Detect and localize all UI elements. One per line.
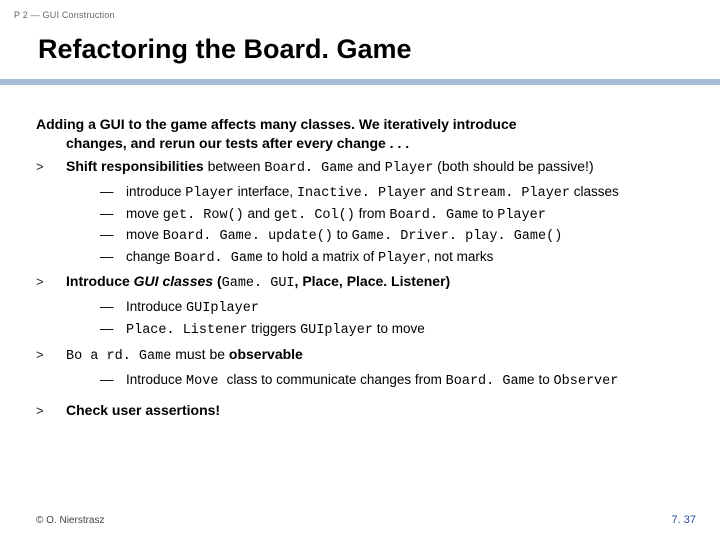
bullet-marker: >	[36, 272, 66, 293]
code: Board. Game	[174, 251, 263, 266]
dash-icon: —	[100, 319, 126, 341]
code: Game. Driver. play. Game()	[352, 229, 563, 244]
t: classes	[570, 184, 619, 199]
code: get. Row()	[163, 208, 244, 223]
code: Board. Game	[264, 161, 353, 176]
list-item: —move get. Row() and get. Col() from Boa…	[100, 204, 684, 226]
txt: move Board. Game. update() to Game. Driv…	[126, 225, 684, 247]
t: , Place, Place. Listener)	[295, 273, 451, 289]
code: Place. Listener	[126, 323, 248, 338]
code: Player	[385, 161, 434, 176]
t: Introduce	[66, 273, 134, 289]
bullet-body: Bo a rd. Game must be observable	[66, 345, 684, 366]
dash-icon: —	[100, 247, 126, 269]
breadcrumb: P 2 — GUI Construction	[0, 0, 720, 20]
txt: (both should be passive!)	[433, 158, 593, 174]
t: Introduce	[126, 299, 186, 314]
code: Player	[185, 186, 234, 201]
intro-line1: Adding a GUI to the game affects many cl…	[36, 116, 517, 132]
content: Adding a GUI to the game affects many cl…	[0, 85, 720, 420]
code: Game. GUI	[222, 276, 295, 291]
code: Stream. Player	[457, 186, 570, 201]
t: move	[126, 227, 163, 242]
t: to	[478, 206, 497, 221]
t: interface,	[234, 184, 297, 199]
t: triggers	[248, 321, 301, 336]
list-item: —introduce Player interface, Inactive. P…	[100, 182, 684, 204]
bullet-marker: >	[36, 401, 66, 420]
t: to move	[373, 321, 425, 336]
footer-page-number: 7. 37	[672, 514, 696, 526]
t: to	[535, 372, 554, 387]
intro-text: Adding a GUI to the game affects many cl…	[36, 115, 684, 153]
txt: change Board. Game to hold a matrix of P…	[126, 247, 684, 269]
list-item: —Introduce Move class to communicate cha…	[100, 370, 684, 392]
code: Board. Game	[446, 374, 535, 389]
bullet-body: Check user assertions!	[66, 401, 684, 420]
bullet-marker: >	[36, 157, 66, 178]
t: introduce	[126, 184, 185, 199]
t: Introduce	[126, 372, 186, 387]
txt: Introduce GUIplayer	[126, 297, 684, 319]
code: Inactive. Player	[297, 186, 427, 201]
txt: Place. Listener triggers GUIplayer to mo…	[126, 319, 684, 341]
dash-icon: —	[100, 225, 126, 247]
t: (	[213, 273, 222, 289]
t: observable	[229, 346, 303, 362]
t: must be	[171, 346, 229, 362]
footer-copyright: © O. Nierstrasz	[36, 515, 105, 526]
txt: between	[204, 158, 265, 174]
intro-line2: changes, and rerun our tests after every…	[36, 134, 684, 153]
code: GUIplayer	[300, 323, 373, 338]
code: Board. Game. update()	[163, 229, 333, 244]
txt: Introduce Move class to communicate chan…	[126, 370, 684, 392]
bullet-introduce-gui: > Introduce GUI classes (Game. GUI, Plac…	[36, 272, 684, 293]
bullet-body: Introduce GUI classes (Game. GUI, Place,…	[66, 272, 684, 293]
code: Player	[497, 208, 546, 223]
t: class to communicate changes from	[227, 372, 446, 387]
sub-list-2: —Introduce GUIplayer —Place. Listener tr…	[36, 297, 684, 340]
dash-icon: —	[100, 370, 126, 392]
list-item: —move Board. Game. update() to Game. Dri…	[100, 225, 684, 247]
sub-list-3: —Introduce Move class to communicate cha…	[36, 370, 684, 392]
code: Player	[378, 251, 427, 266]
t: to	[333, 227, 352, 242]
code: Bo a rd. Game	[66, 349, 171, 364]
t: , not marks	[427, 249, 494, 264]
bullet-check-assertions: > Check user assertions!	[36, 401, 684, 420]
list-item: —Introduce GUIplayer	[100, 297, 684, 319]
bullet-body: Shift responsibilities between Board. Ga…	[66, 157, 684, 178]
t: move	[126, 206, 163, 221]
t: change	[126, 249, 174, 264]
bullet-marker: >	[36, 345, 66, 366]
bullet-observable: > Bo a rd. Game must be observable	[36, 345, 684, 366]
list-item: —change Board. Game to hold a matrix of …	[100, 247, 684, 269]
txt: move get. Row() and get. Col() from Boar…	[126, 204, 684, 226]
dash-icon: —	[100, 182, 126, 204]
txt: introduce Player interface, Inactive. Pl…	[126, 182, 684, 204]
txt: Shift responsibilities	[66, 158, 204, 174]
t: GUI classes	[134, 273, 213, 289]
bullet-shift-responsibilities: > Shift responsibilities between Board. …	[36, 157, 684, 178]
code: Board. Game	[389, 208, 478, 223]
t: and	[427, 184, 457, 199]
list-item: —Place. Listener triggers GUIplayer to m…	[100, 319, 684, 341]
page-title: Refactoring the Board. Game	[0, 20, 720, 75]
code: GUIplayer	[186, 301, 259, 316]
dash-icon: —	[100, 204, 126, 226]
dash-icon: —	[100, 297, 126, 319]
t: to hold a matrix of	[263, 249, 378, 264]
txt: and	[354, 158, 385, 174]
t: from	[355, 206, 390, 221]
code: get. Col()	[274, 208, 355, 223]
sub-list-1: —introduce Player interface, Inactive. P…	[36, 182, 684, 268]
code: Move	[186, 374, 227, 389]
code: Observer	[554, 374, 619, 389]
t: and	[244, 206, 274, 221]
